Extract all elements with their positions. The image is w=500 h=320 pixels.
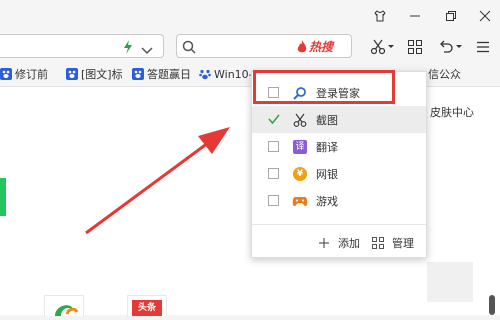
menu-item-label: 翻译 [316, 140, 338, 154]
annotation-highlight-box [253, 70, 395, 104]
checkbox[interactable] [268, 195, 279, 206]
menu-divider [252, 224, 426, 225]
grid-icon [372, 237, 384, 249]
add-label: 添加 [338, 237, 360, 250]
bank-glyph: ¥ [293, 166, 307, 181]
add-button[interactable]: 添加 [318, 235, 360, 251]
manage-label: 管理 [392, 237, 414, 250]
menu-item-label: 游戏 [316, 194, 338, 208]
checkbox[interactable] [268, 114, 280, 125]
menu-footer: 添加 管理 [252, 230, 426, 257]
menu-item-translate[interactable]: 译 翻译 [252, 133, 426, 160]
translate-glyph: 译 [293, 139, 307, 154]
manage-button[interactable]: 管理 [372, 235, 414, 251]
menu-item-online-banking[interactable]: ¥ 网银 [252, 160, 426, 187]
translate-icon: 译 [292, 139, 308, 155]
menu-item-label: 截图 [316, 113, 338, 127]
menu-item-label: 网银 [316, 167, 338, 181]
game-icon [292, 193, 308, 209]
checkmark-icon [268, 114, 280, 125]
checkbox[interactable] [268, 141, 279, 152]
menu-item-screenshot[interactable]: 截图 [252, 106, 426, 133]
menu-item-game[interactable]: 游戏 [252, 187, 426, 214]
plus-icon [319, 238, 329, 248]
online-banking-icon: ¥ [292, 166, 308, 182]
checkbox[interactable] [268, 168, 279, 179]
scissors-icon [292, 112, 308, 128]
